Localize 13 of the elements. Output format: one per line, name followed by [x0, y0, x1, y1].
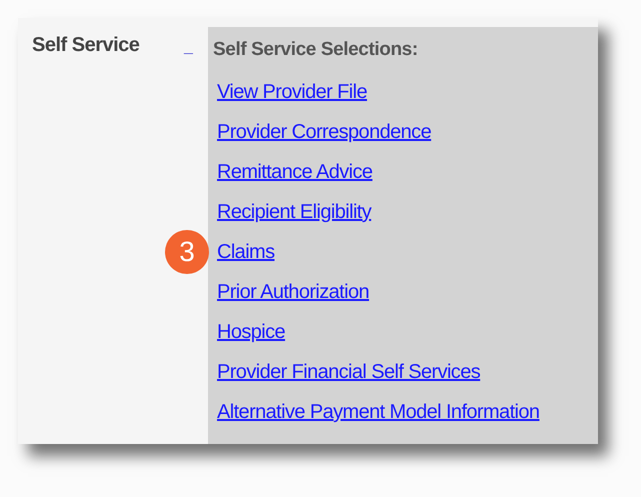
menu-link[interactable]: Claims [217, 237, 275, 267]
menu-link[interactable]: Provider Correspondence [217, 117, 432, 147]
menu-link[interactable]: Provider Financial Self Services [217, 357, 480, 387]
menu-link[interactable]: Prior Authorization [217, 277, 370, 307]
menu-title: Self Service [32, 34, 140, 56]
step-badge: 3 [165, 230, 209, 274]
menu-link[interactable]: Alternative Payment Model Information [217, 397, 540, 427]
collapse-link[interactable]: _ [184, 39, 193, 56]
menu-link[interactable]: Hospice [217, 317, 286, 347]
menu-link[interactable]: Remittance Advice [217, 157, 372, 187]
submenu-heading: Self Service Selections: [213, 38, 419, 62]
menu-link[interactable]: View Provider File [217, 77, 368, 107]
menu-link[interactable]: Recipient Eligibility [217, 197, 372, 227]
